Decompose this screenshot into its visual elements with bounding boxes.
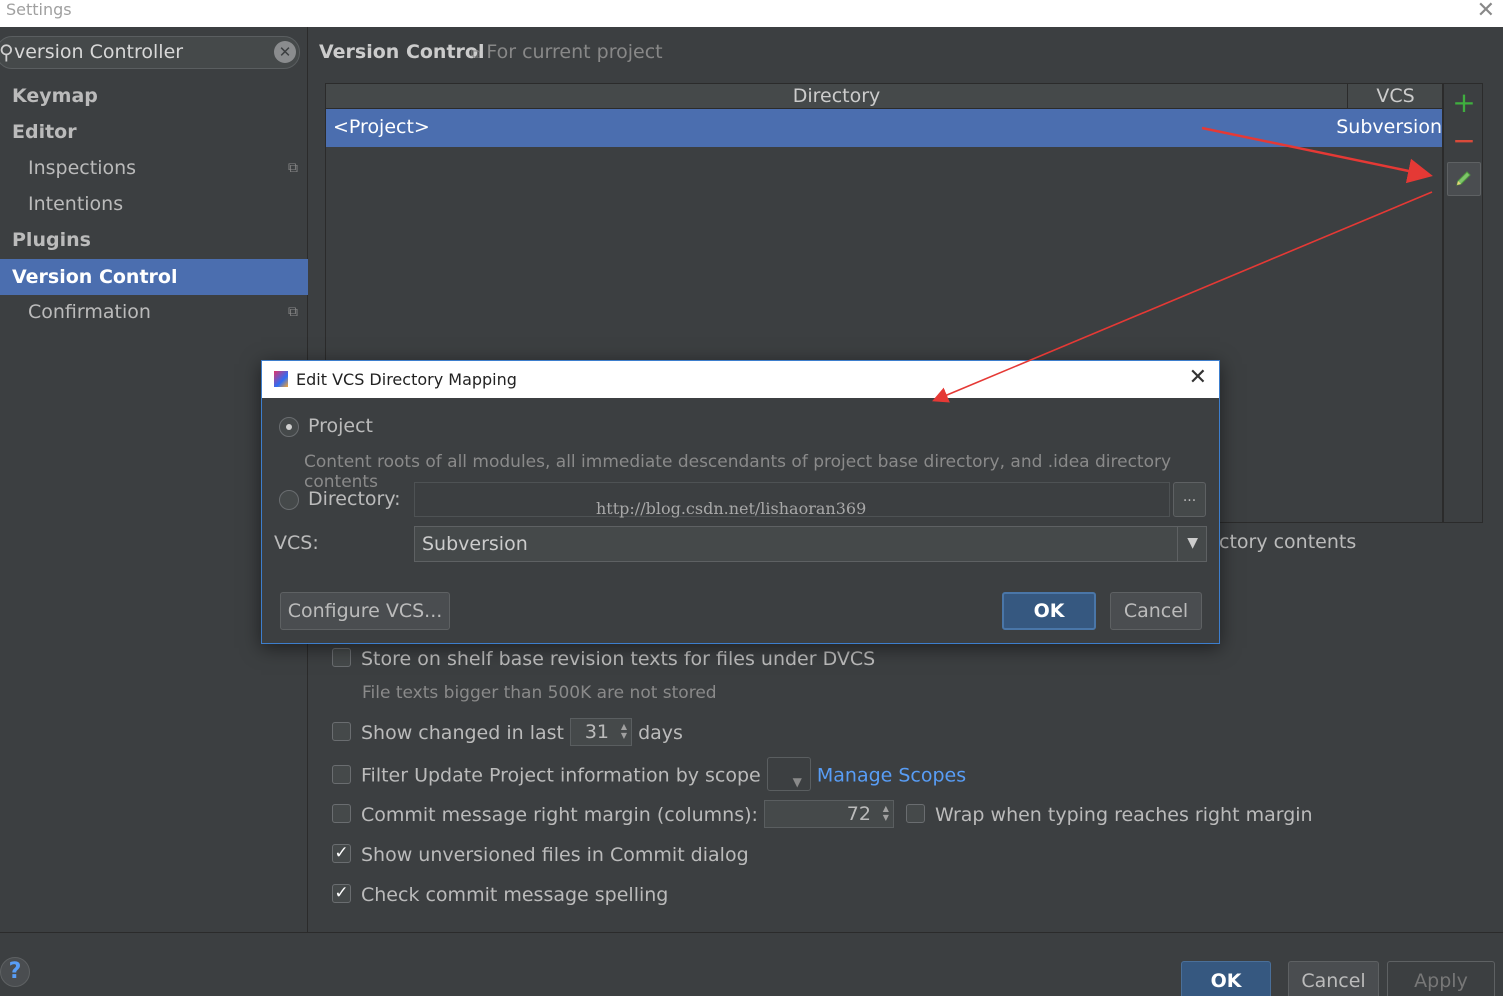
option-check-spelling[interactable]: ✓ Check commit message spelling — [332, 880, 668, 910]
option-suffix: days — [638, 722, 683, 744]
days-stepper[interactable]: 31 ▲ ▼ — [570, 717, 633, 746]
dialog-ok-button[interactable]: OK — [1002, 592, 1096, 630]
option-filter-scope[interactable]: Filter Update Project information by sco… — [332, 757, 966, 791]
checkbox-checked[interactable]: ✓ — [332, 884, 351, 903]
sidebar-item-version-control[interactable]: Version Control — [0, 259, 308, 295]
sidebar-item-inspections[interactable]: Inspections ⧉ — [0, 150, 308, 186]
dialog-titlebar: Edit VCS Directory Mapping ✕ — [262, 361, 1219, 398]
column-header-directory[interactable]: Directory — [326, 84, 1348, 109]
stepper-arrows-icon[interactable]: ▲ ▼ — [883, 804, 889, 822]
stepper-arrows-icon[interactable]: ▲ ▼ — [621, 722, 627, 740]
table-toolbar: + − — [1443, 83, 1483, 523]
option-label: Store on shelf base revision texts for f… — [361, 648, 876, 670]
checkbox-checked[interactable]: ✓ — [332, 844, 351, 863]
option-show-changed[interactable]: Show changed in last 31 ▲ ▼ days — [332, 717, 683, 748]
edit-vcs-mapping-dialog: Edit VCS Directory Mapping ✕ Project Con… — [261, 360, 1220, 644]
sidebar-item-label: Version Control — [12, 266, 178, 288]
chevron-down-icon[interactable]: ▼ — [1187, 535, 1198, 551]
option-label: Filter Update Project information by sco… — [361, 764, 761, 787]
option-shelf[interactable]: Store on shelf base revision texts for f… — [332, 644, 875, 674]
sidebar-item-label: Confirmation — [28, 301, 151, 323]
sidebar-item-label: Editor — [12, 121, 77, 143]
clear-icon[interactable]: ✕ — [274, 41, 296, 63]
app-icon — [274, 371, 288, 387]
search-input[interactable]: ⚲ version Controller ✕ — [0, 36, 300, 69]
option-label: Check commit message spelling — [361, 884, 669, 906]
directory-radio-label[interactable]: Directory: — [308, 488, 401, 510]
cancel-button[interactable]: Cancel — [1288, 961, 1379, 996]
sidebar-item-editor[interactable]: Editor — [0, 114, 308, 150]
add-icon[interactable]: + — [1447, 86, 1481, 120]
configure-vcs-button[interactable]: Configure VCS... — [280, 592, 450, 630]
project-scope-icon: ⧉ — [288, 160, 298, 176]
cell-directory: <Project> — [333, 116, 430, 138]
dialog-title: Edit VCS Directory Mapping — [296, 370, 517, 389]
manage-scopes-link[interactable]: Manage Scopes — [817, 765, 966, 787]
project-scope-icon: ⧉ — [288, 304, 298, 320]
radio-dot — [286, 424, 292, 430]
project-radio-label[interactable]: Project — [308, 415, 373, 437]
browse-button[interactable]: ... — [1173, 482, 1206, 517]
vcs-select-value: Subversion — [422, 533, 528, 555]
sidebar-item-confirmation[interactable]: Confirmation ⧉ — [0, 294, 308, 330]
page-subtitle: ⧉ For current project — [471, 41, 663, 63]
page-title: Version Control — [319, 41, 485, 63]
window-title: Settings — [6, 0, 72, 19]
project-scope-icon: ⧉ — [471, 47, 481, 62]
column-header-vcs[interactable]: VCS — [1349, 84, 1442, 109]
watermark: http://blog.csdn.net/lishaoran369 — [596, 499, 867, 518]
stepper-value: 31 — [584, 720, 610, 743]
stepper-value: 72 — [846, 802, 871, 825]
sidebar-item-intentions[interactable]: Intentions — [0, 186, 308, 222]
ok-button[interactable]: OK — [1181, 961, 1271, 996]
sidebar-item-label: Intentions — [28, 193, 124, 215]
directory-radio[interactable] — [279, 490, 299, 510]
checkbox[interactable] — [332, 764, 351, 784]
checkbox[interactable] — [906, 804, 926, 823]
sidebar-item-label: Plugins — [12, 229, 91, 251]
close-icon[interactable]: ✕ — [1477, 0, 1495, 23]
checkbox[interactable] — [332, 804, 351, 823]
hint-text: File texts bigger than 500K are not stor… — [362, 683, 717, 703]
search-icon: ⚲ — [0, 40, 14, 64]
checkbox[interactable] — [332, 648, 351, 667]
sidebar-item-label: Inspections — [28, 157, 137, 179]
apply-button[interactable]: Apply — [1387, 961, 1495, 996]
margin-stepper[interactable]: 72 ▲ ▼ — [763, 799, 894, 828]
page-subtitle-text: For current project — [486, 41, 663, 63]
sidebar-item-plugins[interactable]: Plugins — [0, 222, 308, 258]
project-radio[interactable] — [279, 417, 299, 437]
scope-dropdown[interactable]: ▼ — [766, 757, 811, 791]
sidebar-item-keymap[interactable]: Keymap — [0, 78, 308, 114]
option-commit-margin[interactable]: Commit message right margin (columns): 7… — [332, 799, 1313, 830]
close-icon[interactable]: ✕ — [1189, 365, 1207, 390]
edit-icon[interactable] — [1447, 162, 1481, 196]
chevron-down-icon: ▼ — [792, 775, 802, 789]
checkbox[interactable] — [332, 722, 351, 741]
table-row[interactable]: <Project> Subversion — [326, 109, 1442, 147]
settings-footer: ? OK Cancel Apply — [0, 932, 1503, 996]
description-fragment: ctory contents — [1219, 531, 1357, 553]
remove-icon[interactable]: − — [1447, 124, 1481, 158]
option-shelf-hint: File texts bigger than 500K are not stor… — [362, 677, 717, 707]
help-icon[interactable]: ? — [0, 957, 30, 987]
cell-vcs: Subversion — [1336, 116, 1442, 138]
search-value: version Controller — [14, 41, 184, 63]
option-show-unversioned[interactable]: ✓ Show unversioned files in Commit dialog — [332, 840, 749, 870]
divider — [1177, 527, 1178, 561]
table-header: Directory VCS — [326, 84, 1442, 109]
vcs-select[interactable]: Subversion ▼ — [414, 526, 1207, 562]
option-label: Show unversioned files in Commit dialog — [361, 844, 749, 866]
option-label: Wrap when typing reaches right margin — [935, 804, 1313, 826]
dialog-cancel-button[interactable]: Cancel — [1110, 592, 1202, 630]
vcs-label: VCS: — [274, 532, 319, 554]
option-label: Show changed in last — [361, 722, 564, 744]
window-titlebar: Settings ✕ — [0, 0, 1503, 27]
sidebar-item-label: Keymap — [12, 85, 98, 107]
option-label: Commit message right margin (columns): — [361, 804, 758, 826]
